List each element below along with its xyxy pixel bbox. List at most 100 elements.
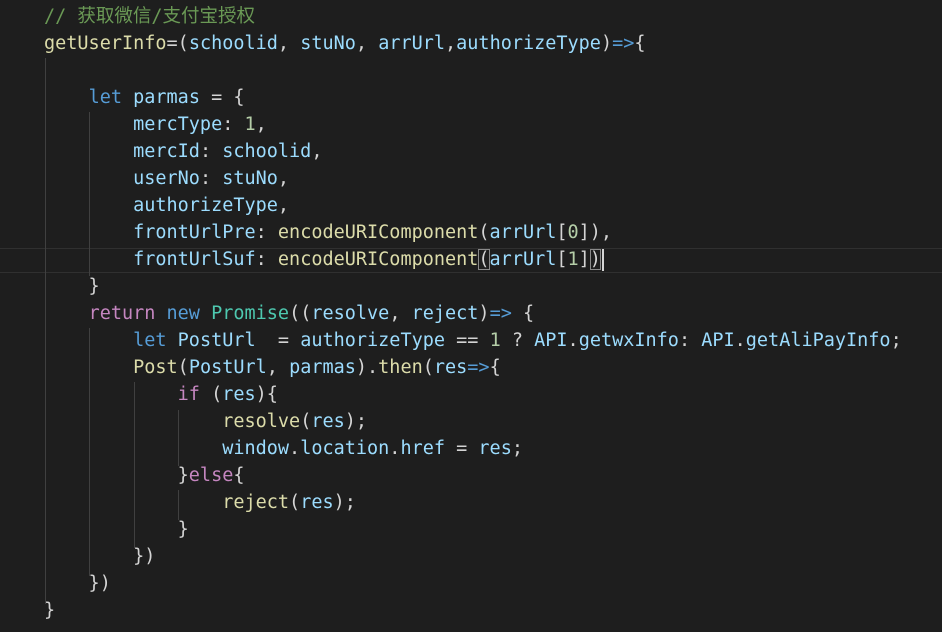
code-token: ? bbox=[500, 330, 535, 351]
code-token: ) bbox=[600, 33, 613, 54]
code-token: authorizeType bbox=[456, 33, 601, 54]
code-token: }) bbox=[44, 546, 156, 567]
code-token: encodeURIComponent bbox=[277, 222, 479, 243]
code-line[interactable]: authorizeType, bbox=[44, 192, 289, 219]
code-line[interactable]: }else{ bbox=[44, 462, 245, 489]
code-line[interactable]: Post(PostUrl, parmas).then(res=>{ bbox=[44, 354, 501, 381]
code-line[interactable]: } bbox=[44, 273, 100, 300]
code-token: , bbox=[389, 303, 412, 324]
code-line[interactable]: } bbox=[44, 516, 189, 543]
code-token: 1 bbox=[567, 249, 579, 270]
code-token: , bbox=[277, 168, 290, 189]
code-token: else bbox=[188, 465, 234, 486]
code-token: PostUrl bbox=[177, 330, 256, 351]
code-token: getwxInfo bbox=[578, 330, 679, 351]
code-line[interactable]: }) bbox=[44, 543, 155, 570]
code-token: authorizeType bbox=[300, 330, 445, 351]
code-token: = bbox=[255, 330, 301, 351]
code-token: let bbox=[133, 330, 167, 351]
code-line[interactable]: let PostUrl = authorizeType == 1 ? API.g… bbox=[44, 327, 902, 354]
code-token: frontUrlPre bbox=[133, 222, 256, 243]
code-token: res bbox=[311, 411, 345, 432]
code-token: API bbox=[534, 330, 568, 351]
code-line[interactable]: // 获取微信/支付宝授权 bbox=[44, 3, 255, 30]
code-line[interactable]: userNo: stuNo, bbox=[44, 165, 289, 192]
code-line[interactable]: frontUrlSuf: encodeURIComponent(arrUrl[1… bbox=[44, 246, 604, 273]
code-token: encodeURIComponent bbox=[277, 249, 479, 270]
code-line[interactable]: let parmas = { bbox=[44, 84, 245, 111]
code-line[interactable]: frontUrlPre: encodeURIComponent(arrUrl[0… bbox=[44, 219, 612, 246]
code-token: return bbox=[88, 303, 156, 324]
code-token: : bbox=[678, 330, 702, 351]
code-token: = bbox=[445, 438, 479, 459]
code-line[interactable]: getUserInfo=(schoolid, stuNo, arrUrl,aut… bbox=[44, 30, 646, 57]
code-token: ( bbox=[300, 411, 312, 432]
code-token: reject bbox=[411, 303, 479, 324]
code-token: =( bbox=[166, 33, 189, 54]
code-token: mercId bbox=[133, 141, 200, 162]
code-token: ); bbox=[344, 411, 368, 432]
code-token: ) bbox=[589, 249, 601, 270]
code-token: => bbox=[489, 303, 512, 324]
code-token: , bbox=[311, 141, 323, 162]
code-token: : bbox=[255, 222, 278, 243]
code-line[interactable]: mercType: 1, bbox=[44, 111, 267, 138]
code-token: res bbox=[433, 357, 468, 378]
code-token: } bbox=[44, 600, 56, 621]
code-token: : bbox=[199, 168, 223, 189]
code-token: new bbox=[166, 303, 200, 324]
code-line[interactable]: }) bbox=[44, 570, 111, 597]
code-token: { bbox=[634, 33, 646, 54]
code-token: } bbox=[44, 465, 189, 486]
code-token: API bbox=[701, 330, 735, 351]
code-token: ( bbox=[177, 357, 189, 378]
code-line[interactable]: } bbox=[44, 597, 55, 624]
code-token: ( bbox=[289, 492, 301, 513]
code-line[interactable]: reject(res); bbox=[44, 489, 356, 516]
code-line[interactable]: resolve(res); bbox=[44, 408, 367, 435]
code-token: if bbox=[177, 384, 200, 405]
code-token: , bbox=[266, 357, 290, 378]
code-line[interactable]: window.location.href = res; bbox=[44, 435, 523, 462]
code-token: frontUrlSuf bbox=[133, 249, 256, 270]
code-token: , bbox=[255, 114, 267, 135]
code-token: resolve bbox=[222, 411, 301, 432]
code-token: : bbox=[222, 114, 245, 135]
code-line[interactable]: mercId: schoolid, bbox=[44, 138, 322, 165]
code-token: [ bbox=[556, 222, 568, 243]
code-token: = { bbox=[199, 87, 245, 108]
code-line[interactable]: return new Promise((resolve, reject)=> { bbox=[44, 300, 535, 327]
code-token: location bbox=[300, 438, 390, 459]
code-token: let bbox=[88, 87, 122, 108]
code-token: == bbox=[445, 330, 490, 351]
code-token: }) bbox=[44, 573, 111, 594]
code-token: [ bbox=[556, 249, 568, 270]
code-token: => bbox=[612, 33, 635, 54]
code-token: getAliPayInfo bbox=[745, 330, 891, 351]
code-token: res bbox=[300, 492, 334, 513]
code-token: parmas bbox=[289, 357, 356, 378]
code-token: window bbox=[222, 438, 290, 459]
code-token: => bbox=[467, 357, 490, 378]
code-token: ]), bbox=[578, 222, 613, 243]
code-token: ). bbox=[355, 357, 379, 378]
code-token: ( bbox=[478, 222, 490, 243]
code-token: ; bbox=[511, 438, 523, 459]
code-token: ( bbox=[422, 357, 434, 378]
code-line[interactable]: if (res){ bbox=[44, 381, 278, 408]
code-token: Post bbox=[133, 357, 178, 378]
code-token: Promise bbox=[211, 303, 290, 324]
code-token: ( bbox=[199, 384, 223, 405]
code-editor[interactable]: // 获取微信/支付宝授权 getUserInfo=(schoolid, stuN… bbox=[0, 0, 942, 632]
